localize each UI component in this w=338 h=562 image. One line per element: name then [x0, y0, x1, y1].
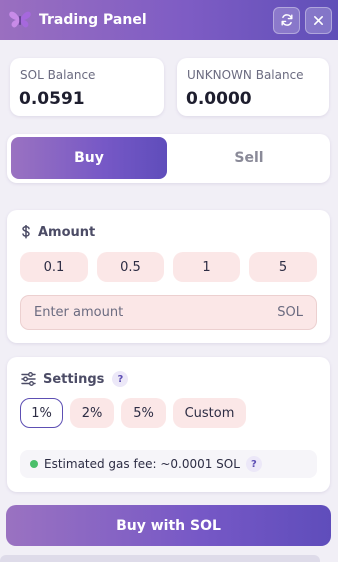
amount-heading: Amount — [21, 225, 95, 240]
gas-fee-help-icon[interactable]: ? — [245, 456, 262, 472]
unknown-balance-label: UNKNOWN Balance — [187, 68, 304, 82]
trade-mode-tabs: Buy Sell — [7, 134, 330, 183]
gas-fee-row: Estimated gas fee: ~0.0001 SOL ? — [20, 450, 317, 478]
settings-title: Settings — [43, 371, 105, 387]
slippage-option-custom[interactable]: Custom — [173, 398, 246, 428]
dollar-icon — [21, 225, 31, 240]
tab-sell[interactable]: Sell — [171, 137, 327, 179]
sol-balance-value: 0.0591 — [19, 89, 85, 109]
amount-title: Amount — [38, 225, 96, 240]
amount-field[interactable]: SOL — [20, 295, 317, 330]
amount-preset-0-5[interactable]: 0.5 — [97, 252, 164, 282]
close-icon — [314, 15, 323, 25]
amount-input[interactable] — [34, 305, 278, 320]
refresh-icon — [280, 14, 293, 26]
unknown-balance-card: UNKNOWN Balance 0.0000 — [177, 58, 329, 116]
unknown-balance-value: 0.0000 — [186, 89, 252, 109]
slippage-option-1[interactable]: 1% — [20, 398, 63, 428]
sliders-icon — [21, 372, 36, 386]
refresh-button[interactable] — [273, 6, 300, 34]
panel-header: Trading Panel — [0, 0, 338, 40]
close-button[interactable] — [305, 6, 332, 34]
amount-preset-0-1[interactable]: 0.1 — [20, 252, 88, 282]
amount-section: Amount 0.1 0.5 1 5 SOL — [7, 210, 330, 343]
tab-buy[interactable]: Buy — [11, 137, 167, 179]
settings-help-icon[interactable]: ? — [112, 371, 129, 387]
amount-unit: SOL — [277, 305, 303, 320]
amount-preset-1[interactable]: 1 — [173, 252, 240, 282]
panel-title: Trading Panel — [39, 12, 147, 28]
slippage-option-5[interactable]: 5% — [121, 398, 166, 428]
slippage-option-2[interactable]: 2% — [70, 398, 114, 428]
settings-section: Settings ? 1% 2% 5% Custom Estimated gas… — [7, 357, 330, 492]
butterfly-logo-icon — [8, 8, 32, 32]
gas-fee-text: Estimated gas fee: ~0.0001 SOL — [44, 457, 240, 471]
bottom-edge — [0, 555, 320, 562]
gas-status-indicator — [30, 460, 38, 468]
buy-with-sol-button[interactable]: Buy with SOL — [6, 505, 331, 546]
sol-balance-card: SOL Balance 0.0591 — [10, 58, 164, 116]
sol-balance-label: SOL Balance — [20, 68, 96, 82]
settings-heading: Settings ? — [21, 371, 129, 387]
amount-preset-5[interactable]: 5 — [249, 252, 317, 282]
